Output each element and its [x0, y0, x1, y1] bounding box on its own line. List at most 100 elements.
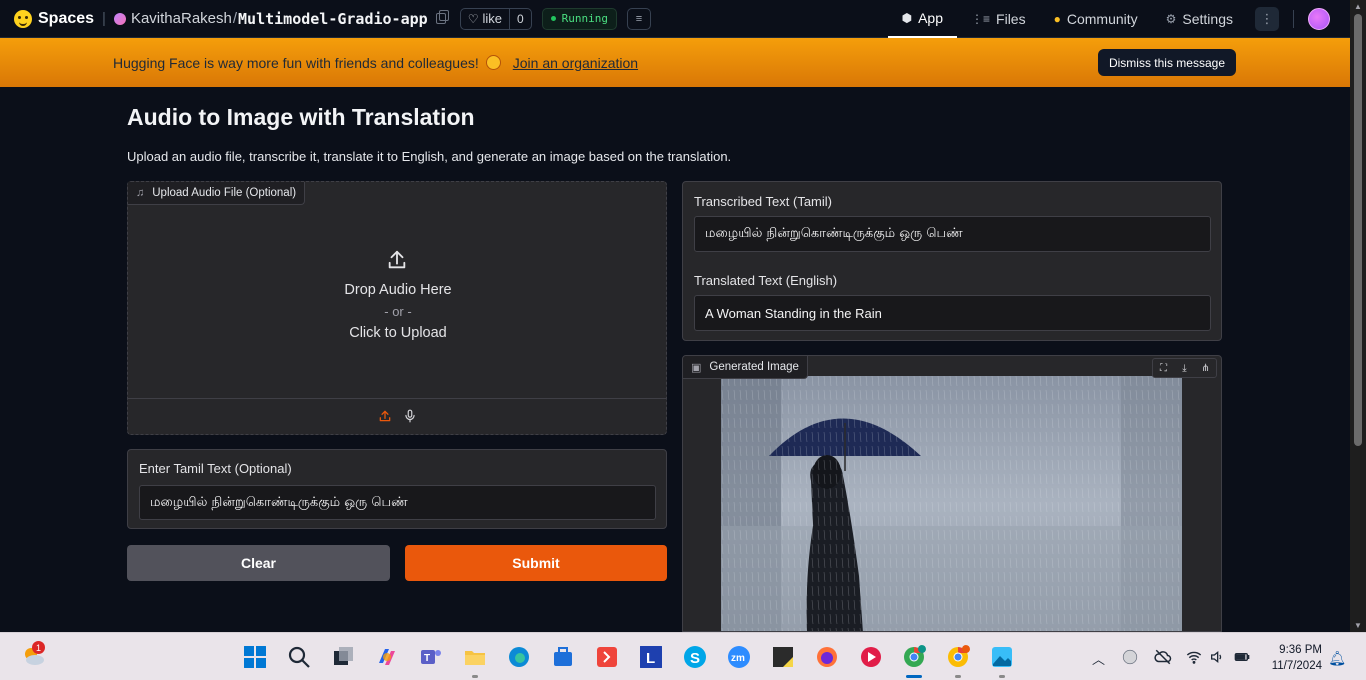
path-slash: /	[232, 10, 238, 27]
cloud-sync-icon[interactable]	[1121, 648, 1139, 666]
heart-icon: ♡	[467, 11, 479, 26]
teams-icon[interactable]: T	[419, 645, 443, 669]
user-avatar[interactable]	[1308, 8, 1330, 30]
status-badge[interactable]: Running	[541, 7, 618, 30]
organization-banner: Hugging Face is way more fun with friend…	[0, 38, 1350, 87]
sticky-notes-icon[interactable]	[771, 645, 795, 669]
tab-files[interactable]: ⋮≡ Files	[957, 0, 1040, 38]
like-button[interactable]: ♡ like	[461, 8, 510, 29]
submit-button[interactable]: Submit	[405, 545, 667, 581]
like-label: like	[482, 11, 502, 26]
show-hidden-icons-icon[interactable]: ︿	[1092, 649, 1105, 668]
l-app-icon[interactable]: L	[639, 645, 663, 669]
store-icon[interactable]	[551, 645, 575, 669]
owner-link[interactable]: KavithaRakesh	[131, 10, 232, 27]
media-player-icon[interactable]	[859, 645, 883, 669]
like-count[interactable]: 0	[510, 12, 531, 26]
volume-icon[interactable]	[1209, 649, 1225, 665]
banner-text: Hugging Face is way more fun with friend…	[113, 54, 501, 71]
file-explorer-icon[interactable]	[463, 645, 487, 669]
transcribed-label: Transcribed Text (Tamil)	[694, 194, 832, 209]
tab-app[interactable]: ⬢ App	[887, 0, 958, 38]
system-clock[interactable]: 9:36 PM 11/7/2024	[1272, 642, 1322, 674]
image-icon: ▣	[691, 361, 702, 374]
repo-link[interactable]: Multimodel-Gradio-app	[238, 10, 428, 28]
audio-block-label: ♫ Upload Audio File (Optional)	[128, 182, 306, 205]
output-text-panel: Transcribed Text (Tamil) மழையில் நின்றுக…	[682, 181, 1222, 341]
tab-settings[interactable]: ⚙ Settings	[1152, 0, 1247, 38]
clear-button[interactable]: Clear	[127, 545, 390, 581]
tamil-text-block: Enter Tamil Text (Optional) மழையில் நின்…	[127, 449, 667, 529]
running-indicator	[472, 675, 478, 678]
running-indicator-3	[999, 675, 1005, 678]
onedrive-offline-icon[interactable]	[1153, 648, 1173, 666]
translated-text-field[interactable]: A Woman Standing in the Rain	[694, 295, 1211, 331]
tab-settings-label: Settings	[1182, 11, 1233, 27]
edge-icon[interactable]	[507, 645, 531, 669]
anydesk-icon[interactable]	[595, 645, 619, 669]
smile-emoji-icon	[485, 54, 501, 70]
fullscreen-icon[interactable]: ⛶	[1153, 359, 1174, 377]
dismiss-button[interactable]: Dismiss this message	[1097, 49, 1236, 76]
like-widget: ♡ like 0	[459, 7, 532, 30]
clock-time: 9:36 PM	[1279, 644, 1322, 656]
drop-audio-text: Drop Audio Here	[344, 282, 452, 298]
page-title: Audio to Image with Translation	[127, 104, 475, 130]
tab-community[interactable]: ● Community	[1040, 0, 1152, 38]
search-icon[interactable]	[287, 645, 311, 669]
download-icon[interactable]: ⤓	[1174, 359, 1195, 377]
files-icon: ⋮≡	[971, 12, 991, 26]
zoom-icon[interactable]: zm	[727, 645, 751, 669]
firefox-icon[interactable]	[815, 645, 839, 669]
scroll-down-icon[interactable]: ▼	[1354, 621, 1362, 630]
windows-start-icon[interactable]	[243, 645, 267, 669]
page-description: Upload an audio file, transcribe it, tra…	[127, 149, 732, 164]
scroll-up-icon[interactable]: ▲	[1354, 2, 1362, 11]
tamil-text-input[interactable]: மழையில் நின்றுகொண்டிருக்கும் ஒரு பெண்	[139, 485, 656, 520]
chrome-profile-icon[interactable]	[946, 645, 970, 669]
space-menu-button[interactable]: ≡	[627, 7, 652, 30]
more-options-button[interactable]: ⋮	[1255, 7, 1279, 31]
upload-source-icon[interactable]	[378, 409, 392, 423]
click-to-upload-text: Click to Upload	[349, 325, 447, 341]
image-label-text: Generated Image	[709, 361, 799, 373]
svg-text:S: S	[690, 650, 700, 667]
status-dot-icon	[550, 16, 556, 21]
brand-text: Spaces	[38, 9, 95, 27]
svg-text:zm: zm	[731, 653, 745, 664]
svg-text:L: L	[646, 650, 655, 667]
divider	[1293, 10, 1294, 28]
page-scrollbar[interactable]: ▲ ▼	[1350, 0, 1366, 632]
microphone-icon[interactable]	[403, 408, 417, 424]
status-text: Running	[561, 12, 609, 25]
generated-image	[721, 376, 1182, 631]
top-nav: Spaces | KavithaRakesh / Multimodel-Grad…	[0, 0, 1350, 38]
copilot-icon[interactable]	[375, 645, 399, 669]
gear-icon: ⚙	[1165, 12, 1177, 26]
notification-bell-icon[interactable]: 🔔︎	[1328, 650, 1346, 667]
task-view-icon[interactable]	[331, 645, 355, 669]
join-organization-link[interactable]: Join an organization	[513, 55, 638, 71]
chrome-icon[interactable]	[902, 645, 926, 669]
brand[interactable]: Spaces	[14, 9, 95, 28]
skype-icon[interactable]: S	[683, 645, 707, 669]
music-note-icon: ♫	[136, 187, 145, 199]
scroll-thumb[interactable]	[1354, 14, 1362, 446]
battery-icon[interactable]	[1233, 649, 1251, 665]
kebab-icon: ⋮	[1260, 11, 1274, 26]
windows-taskbar: 1 T L S zm ︿ 9:36 PM 11/7/2024 🔔︎	[0, 632, 1366, 680]
translated-label: Translated Text (English)	[694, 273, 838, 288]
wifi-icon[interactable]	[1186, 649, 1202, 665]
audio-upload-dropzone[interactable]: ♫ Upload Audio File (Optional) Drop Audi…	[127, 181, 667, 435]
copy-icon[interactable]	[435, 10, 449, 24]
notification-badge: 1	[32, 641, 45, 654]
list-icon: ≡	[635, 12, 643, 25]
share-icon[interactable]: ⋔	[1195, 359, 1216, 377]
owner-avatar	[113, 12, 126, 25]
nav-links: ⬢ App ⋮≡ Files ● Community ⚙ Settings ⋮	[887, 0, 1350, 38]
transcribed-text-field[interactable]: மழையில் நின்றுகொண்டிருக்கும் ஒரு பெண்	[694, 216, 1211, 252]
photos-icon[interactable]	[990, 645, 1014, 669]
cube-icon: ⬢	[901, 11, 913, 25]
tab-files-label: Files	[996, 11, 1026, 27]
image-toolbar: ⛶ ⤓ ⋔	[1152, 358, 1217, 378]
